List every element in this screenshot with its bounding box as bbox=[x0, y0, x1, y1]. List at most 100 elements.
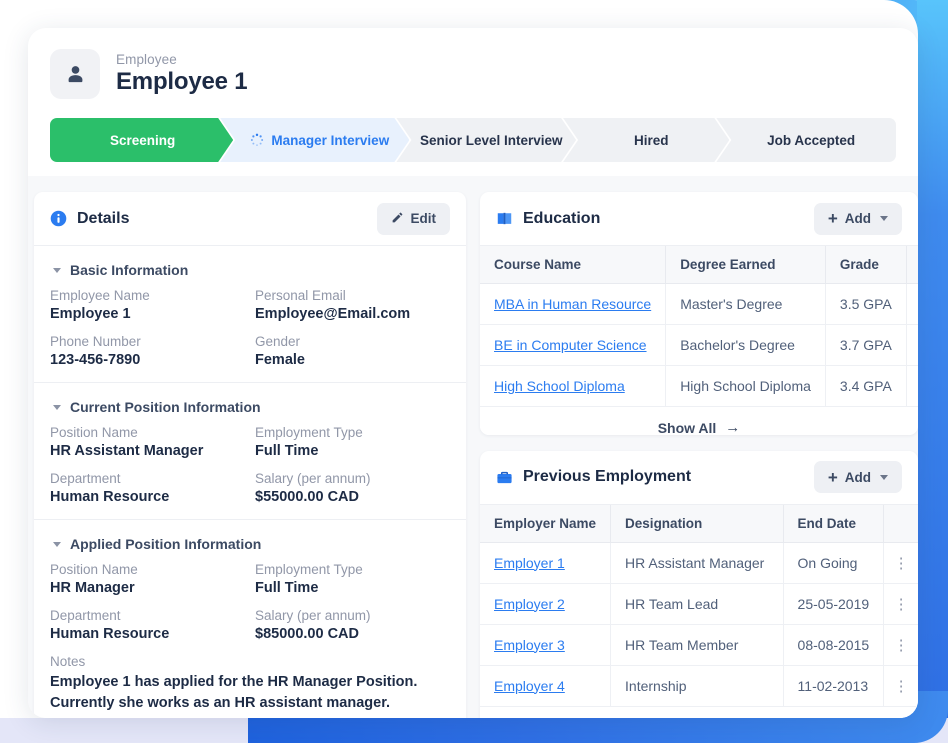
education-add-button[interactable]: + Add bbox=[813, 202, 902, 235]
employer-link[interactable]: Employer 4 bbox=[494, 678, 565, 694]
section-title: Applied Position Information bbox=[70, 536, 262, 552]
details-panel: Details Edit Basic Information Employee … bbox=[34, 192, 466, 718]
section-basic-information: Basic Information Employee Name Employee… bbox=[34, 246, 466, 383]
stepper-step-manager-interview[interactable]: Manager Interview bbox=[220, 118, 409, 162]
employer-name-cell: Employer 1 bbox=[480, 542, 612, 584]
employer-designation-cell: Internship bbox=[610, 665, 784, 706]
education-show-all-button[interactable]: Show All → bbox=[480, 406, 918, 435]
chevron-down-icon bbox=[53, 541, 61, 547]
field-value: HR Assistant Manager bbox=[50, 443, 204, 459]
profile-header: Employee Employee 1 bbox=[28, 28, 918, 104]
previous-employment-add-label: Add bbox=[844, 469, 871, 485]
education-grade-cell: 3.7 GPA bbox=[825, 324, 907, 366]
field-employee-name: Employee Name Employee 1 bbox=[50, 288, 245, 322]
previous-employment-table-header-row: Employer Name Designation End Date bbox=[480, 504, 918, 543]
stepper-step-label: Manager Interview bbox=[271, 132, 390, 148]
table-row: MBA in Human Resource Master's Degree 3.… bbox=[480, 283, 918, 325]
kebab-menu-icon[interactable]: ⋮ bbox=[894, 555, 909, 572]
education-course-link[interactable]: BE in Computer Science bbox=[494, 337, 647, 353]
field-value: Full Time bbox=[255, 580, 319, 596]
employer-designation-cell: HR Team Lead bbox=[610, 583, 784, 625]
previous-employment-panel-header: Previous Employment + Add bbox=[480, 451, 918, 505]
column-header-degree-earned: Degree Earned bbox=[665, 246, 826, 284]
field-value: 123-456-7890 bbox=[50, 352, 141, 368]
field-value: HR Manager bbox=[50, 580, 135, 596]
previous-employment-add-button[interactable]: + Add bbox=[813, 461, 902, 494]
field-applied-position-name: Position Name HR Manager bbox=[50, 562, 245, 596]
employer-end-date-cell: 25-05-2019 bbox=[783, 583, 885, 625]
records-column: Education + Add Course Name Degree Earne… bbox=[480, 192, 918, 718]
chevron-down-icon bbox=[880, 216, 888, 221]
field-applied-salary: Salary (per annum) $85000.00 CAD bbox=[255, 608, 450, 642]
employer-name-cell: Employer 4 bbox=[480, 665, 612, 706]
employer-link[interactable]: Employer 2 bbox=[494, 596, 565, 612]
details-panel-header: Details Edit bbox=[34, 192, 466, 246]
employer-row-actions-cell: ⋮ bbox=[883, 542, 918, 584]
education-grade-cell: 3.4 GPA bbox=[825, 365, 907, 406]
education-course-cell: MBA in Human Resource bbox=[480, 283, 667, 325]
column-header-actions bbox=[906, 246, 918, 284]
stepper-step-job-accepted[interactable]: Job Accepted bbox=[716, 118, 897, 162]
field-phone-number: Phone Number 123-456-7890 bbox=[50, 334, 245, 368]
employer-designation-cell: HR Assistant Manager bbox=[610, 542, 784, 584]
kebab-menu-icon[interactable]: ⋮ bbox=[915, 337, 918, 354]
column-header-actions bbox=[883, 504, 918, 543]
field-current-department: Department Human Resource bbox=[50, 471, 245, 505]
stepper-step-hired[interactable]: Hired bbox=[563, 118, 729, 162]
header-eyebrow: Employee bbox=[116, 52, 177, 67]
section-current-position-information: Current Position Information Position Na… bbox=[34, 383, 466, 520]
basic-information-fields: Employee Name Employee 1 Personal Email … bbox=[50, 288, 450, 368]
kebab-menu-icon[interactable]: ⋮ bbox=[915, 378, 918, 395]
employer-end-date-cell: On Going bbox=[783, 542, 885, 584]
avatar bbox=[50, 49, 100, 99]
column-header-end-date: End Date bbox=[783, 504, 885, 543]
education-row-actions-cell: ⋮ bbox=[906, 324, 918, 366]
page-title: Employee 1 bbox=[116, 68, 248, 95]
plus-icon: + bbox=[827, 209, 838, 228]
education-title: Education bbox=[523, 209, 601, 227]
field-gender: Gender Female bbox=[255, 334, 450, 368]
stepper-step-senior-level-interview[interactable]: Senior Level Interview bbox=[396, 118, 576, 162]
field-value: $85000.00 CAD bbox=[255, 626, 359, 642]
field-label: Department bbox=[50, 608, 121, 623]
chevron-down-icon bbox=[53, 404, 61, 410]
education-show-all-label: Show All bbox=[657, 419, 717, 435]
column-header-employer-name: Employer Name bbox=[480, 504, 612, 543]
stepper-step-screening[interactable]: Screening bbox=[50, 118, 233, 162]
section-applied-position-information: Applied Position Information Position Na… bbox=[34, 520, 466, 718]
plus-icon: + bbox=[827, 467, 838, 487]
employer-name-cell: Employer 3 bbox=[480, 624, 612, 666]
field-current-salary: Salary (per annum) $55000.00 CAD bbox=[255, 471, 450, 505]
kebab-menu-icon[interactable]: ⋮ bbox=[894, 678, 909, 695]
section-basic-information-header[interactable]: Basic Information bbox=[50, 256, 450, 288]
section-applied-position-header[interactable]: Applied Position Information bbox=[50, 530, 450, 562]
previous-employment-panel: Previous Employment + Add Employer Name … bbox=[480, 450, 918, 718]
field-value: Human Resource bbox=[50, 626, 170, 642]
edit-button[interactable]: Edit bbox=[376, 202, 450, 235]
field-applied-employment-type: Employment Type Full Time bbox=[255, 562, 450, 596]
education-row-actions-cell: ⋮ bbox=[906, 366, 918, 407]
kebab-menu-icon[interactable]: ⋮ bbox=[915, 296, 918, 313]
kebab-menu-icon[interactable]: ⋮ bbox=[894, 637, 909, 654]
employer-link[interactable]: Employer 3 bbox=[494, 637, 565, 653]
section-current-position-header[interactable]: Current Position Information bbox=[50, 393, 450, 425]
employer-name-cell: Employer 2 bbox=[480, 583, 612, 625]
person-icon bbox=[68, 65, 82, 82]
table-row: Employer 1 HR Assistant Manager On Going… bbox=[480, 542, 918, 584]
education-course-link[interactable]: MBA in Human Resource bbox=[494, 296, 651, 312]
stepper-step-label: Senior Level Interview bbox=[419, 132, 563, 148]
previous-employment-show-all-button[interactable]: Show All → bbox=[480, 705, 918, 718]
table-row: BE in Computer Science Bachelor's Degree… bbox=[480, 324, 918, 366]
notes-label: Notes bbox=[50, 654, 86, 669]
education-course-link[interactable]: High School Diploma bbox=[494, 378, 625, 394]
kebab-menu-icon[interactable]: ⋮ bbox=[894, 596, 909, 613]
stepper-step-label: Hired bbox=[633, 132, 669, 148]
education-row-actions-cell: ⋮ bbox=[906, 283, 918, 325]
employer-link[interactable]: Employer 1 bbox=[494, 555, 565, 571]
education-degree-cell: Master's Degree bbox=[665, 283, 826, 325]
previous-employment-table: Employer Name Designation End Date Emplo… bbox=[480, 504, 918, 706]
field-value: Female bbox=[255, 352, 305, 368]
field-label: Employee Name bbox=[50, 288, 150, 303]
notes-value: Employee 1 has applied for the HR Manage… bbox=[50, 674, 418, 711]
section-title: Basic Information bbox=[70, 262, 189, 278]
